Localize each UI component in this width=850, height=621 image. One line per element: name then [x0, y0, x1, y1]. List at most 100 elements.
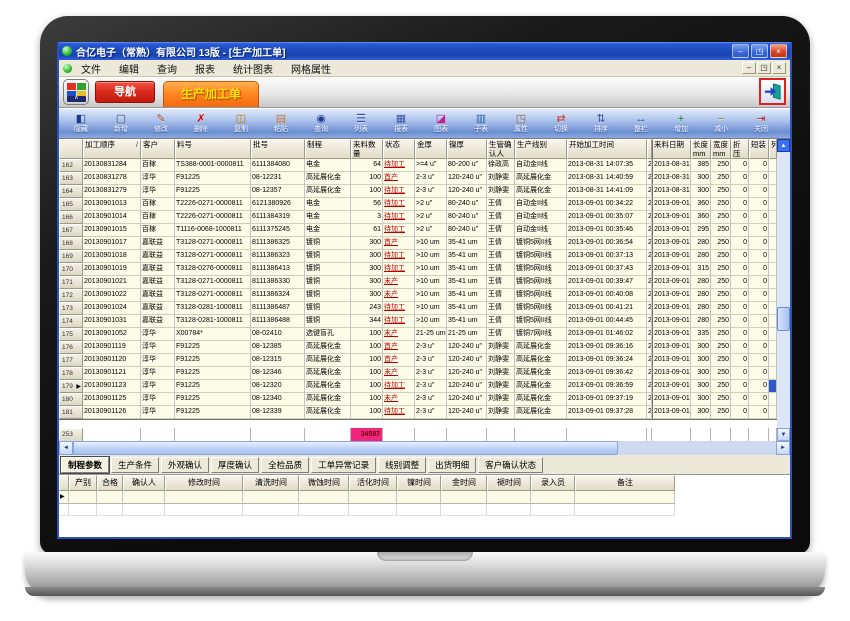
- cell-length[interactable]: 360: [691, 198, 711, 211]
- cell-short[interactable]: 0: [749, 224, 769, 237]
- cell-date[interactable]: 2013-09-01: [652, 263, 691, 276]
- bottom-col-header-7[interactable]: 活化时间: [349, 475, 397, 491]
- vertical-scrollbar-thumb[interactable]: [777, 307, 790, 331]
- cell-short[interactable]: 0: [749, 302, 769, 315]
- subtab-0[interactable]: 制程参数: [61, 457, 109, 473]
- cell-date[interactable]: 2013-09-01: [652, 393, 691, 406]
- subtab-3[interactable]: 厚度确认: [211, 457, 259, 473]
- row-number-button[interactable]: 180: [59, 393, 83, 406]
- cell-short[interactable]: 0: [749, 172, 769, 185]
- cell-short[interactable]: 0: [749, 341, 769, 354]
- cell-part[interactable]: F91225: [175, 341, 251, 354]
- cell-confirmer[interactable]: 刘静雯: [487, 172, 515, 185]
- row-number-button[interactable]: 170: [59, 263, 83, 276]
- cell-extra[interactable]: [769, 406, 777, 419]
- row-number-button[interactable]: 178: [59, 367, 83, 380]
- cell-qty[interactable]: 56: [351, 198, 383, 211]
- bottom-col-header-3[interactable]: 确认人: [123, 475, 165, 491]
- cell-lot[interactable]: 8111386488: [251, 315, 305, 328]
- cell-lot[interactable]: 08-12320: [251, 380, 305, 393]
- cell-fold[interactable]: 0: [731, 315, 749, 328]
- cell-date[interactable]: 2013-09-01: [652, 276, 691, 289]
- cell-lot[interactable]: 8111386413: [251, 263, 305, 276]
- cell-status[interactable]: 末产: [383, 328, 415, 341]
- cell-process[interactable]: 高延展化金: [305, 172, 351, 185]
- cell-short[interactable]: 0: [749, 263, 769, 276]
- cell-length[interactable]: 385: [691, 159, 711, 172]
- col-header-qty[interactable]: 来料数量: [351, 139, 383, 159]
- cell-line[interactable]: 高延展化金: [515, 354, 567, 367]
- cell-short[interactable]: 0: [749, 367, 769, 380]
- cell-confirmer[interactable]: 王倩: [487, 302, 515, 315]
- copy-icon-button[interactable]: ◫复制: [221, 110, 261, 138]
- menu-item-4[interactable]: 统计图表: [224, 61, 282, 76]
- cell-order[interactable]: 20130901052: [83, 328, 141, 341]
- cell-order[interactable]: 20130901024: [83, 302, 141, 315]
- edit-icon-button[interactable]: ✎修改: [141, 110, 181, 138]
- row-number-button[interactable]: 167: [59, 224, 83, 237]
- mdi-minimize-button[interactable]: –: [742, 62, 756, 74]
- subtab-4[interactable]: 全检品质: [261, 457, 309, 473]
- cell-fold[interactable]: 0: [731, 276, 749, 289]
- hide-icon-button[interactable]: ◧隐藏: [61, 110, 101, 138]
- scroll-left-icon[interactable]: ◄: [59, 441, 73, 455]
- row-number-button[interactable]: 162: [59, 159, 83, 172]
- cell-ni[interactable]: 120-240 u": [447, 406, 487, 419]
- cell-part[interactable]: TS388-0001-0000811: [175, 159, 251, 172]
- cell-customer[interactable]: 嘉联益: [141, 263, 175, 276]
- cell-extra[interactable]: [769, 328, 777, 341]
- cell-qty[interactable]: 300: [351, 289, 383, 302]
- cell-part[interactable]: F91225: [175, 393, 251, 406]
- cell-qty[interactable]: 61: [351, 224, 383, 237]
- cell-confirmer[interactable]: 王倩: [487, 198, 515, 211]
- col-header-process[interactable]: 制程: [305, 139, 351, 159]
- cell-status[interactable]: 末产: [383, 289, 415, 302]
- cell-date[interactable]: 2013-08-31: [652, 185, 691, 198]
- cell-confirmer[interactable]: 王倩: [487, 276, 515, 289]
- detail-cell[interactable]: [531, 491, 575, 504]
- cell-ni[interactable]: 80-200 u": [447, 159, 487, 172]
- horizontal-scrollbar[interactable]: ◄ ►: [59, 441, 790, 455]
- cell-length[interactable]: 280: [691, 302, 711, 315]
- cell-confirmer[interactable]: 王倩: [487, 224, 515, 237]
- cell-width[interactable]: 250: [711, 406, 731, 419]
- cell-length[interactable]: 280: [691, 315, 711, 328]
- cell-date[interactable]: 2013-09-01: [652, 302, 691, 315]
- cell-process[interactable]: 选键盲孔: [305, 328, 351, 341]
- tab-production-order[interactable]: 生产加工单: [163, 81, 259, 107]
- cell-width[interactable]: 250: [711, 380, 731, 393]
- summary-row-number[interactable]: 253: [59, 428, 83, 442]
- cell-au[interactable]: 2-3 u": [415, 380, 447, 393]
- cell-length[interactable]: 300: [691, 172, 711, 185]
- cell-lot[interactable]: 8111386323: [251, 250, 305, 263]
- cell-lot[interactable]: 08-12346: [251, 367, 305, 380]
- chart-icon-button[interactable]: ◪图表: [421, 110, 461, 138]
- cell-ni[interactable]: 35-41 um: [447, 302, 487, 315]
- detail-cell[interactable]: [349, 491, 397, 504]
- cell-qty[interactable]: 100: [351, 172, 383, 185]
- bottom-col-header-11[interactable]: 录入员: [531, 475, 575, 491]
- cell-ni[interactable]: 35-41 um: [447, 237, 487, 250]
- cell-width[interactable]: 250: [711, 315, 731, 328]
- menu-item-2[interactable]: 查询: [148, 61, 186, 76]
- bottom-col-header-2[interactable]: 合格: [97, 475, 123, 491]
- cell-line[interactable]: 高延展化金: [515, 406, 567, 419]
- cell-extra[interactable]: [769, 302, 777, 315]
- cell-start[interactable]: 2013-09-01 00:35:46: [567, 224, 647, 237]
- cell-status[interactable]: 待加工: [383, 406, 415, 419]
- cell-process[interactable]: 高延展化金: [305, 380, 351, 393]
- cell-part[interactable]: T3128-0271-0000811: [175, 276, 251, 289]
- cell-order[interactable]: 20130901013: [83, 198, 141, 211]
- col-header-line[interactable]: 生产线别: [515, 139, 567, 159]
- bottom-col-header-1[interactable]: 产别: [69, 475, 97, 491]
- row-number-button[interactable]: 171: [59, 276, 83, 289]
- col-header-length[interactable]: 长度 mm: [691, 139, 711, 159]
- cell-process[interactable]: 镀铜: [305, 289, 351, 302]
- cell-ni[interactable]: 35-41 um: [447, 289, 487, 302]
- cell-order[interactable]: 20130901014: [83, 211, 141, 224]
- cell-extra[interactable]: [769, 159, 777, 172]
- subtab-6[interactable]: 线别调整: [378, 457, 426, 473]
- cell-status[interactable]: 待加工: [383, 302, 415, 315]
- cell-width[interactable]: 250: [711, 224, 731, 237]
- cell-date[interactable]: 2013-09-01: [652, 237, 691, 250]
